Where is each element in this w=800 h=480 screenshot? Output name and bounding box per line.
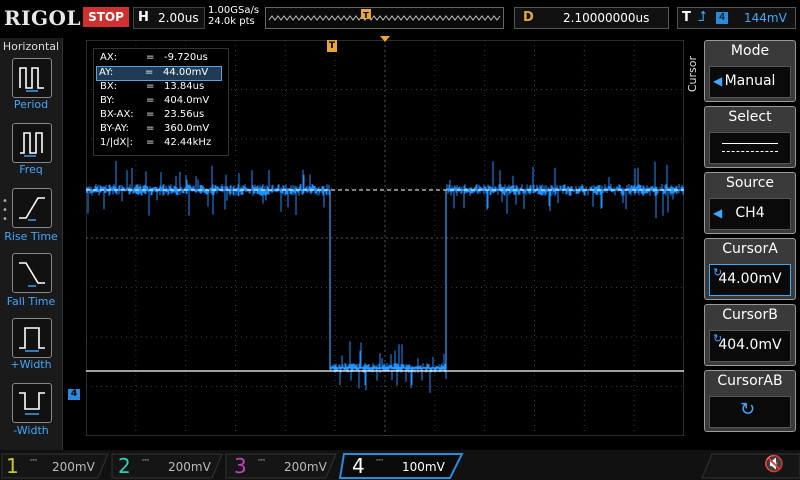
speaker-mute-icon[interactable]: 🔇 [764, 454, 784, 473]
pos-width-label: +Width [10, 358, 52, 371]
fall-time-icon [19, 262, 45, 287]
waveform-overview: T [268, 9, 501, 21]
run-stop-status[interactable]: STOP [83, 7, 129, 27]
ch4-ground-marker[interactable]: 4 [68, 389, 80, 400]
timebase-value: 2.00us [158, 11, 199, 25]
channel-scale: 200mV [52, 460, 95, 474]
pos-width-button[interactable] [12, 318, 52, 358]
period-label: Period [13, 98, 49, 111]
cursor-ab-value-box: ↻ [709, 396, 791, 428]
channel-scale: 100mV [402, 460, 445, 474]
coupling-icon: ⎓ [30, 456, 38, 466]
horizontal-key: H [138, 10, 149, 25]
channel-2-tab[interactable]: 2 ⎓ 200mV [114, 452, 220, 478]
source-value-box: ◀ CH4 [709, 198, 791, 230]
cursor-b-menu[interactable]: CursorB ↻ 404.0mV [704, 304, 796, 366]
trigger-position-marker[interactable]: T [327, 40, 337, 52]
trigger-source: 4 [716, 12, 728, 24]
source-value: CH4 [735, 205, 765, 221]
rise-time-button[interactable] [12, 188, 52, 228]
channel-bar: 1 ⎓ 200mV 2 ⎓ 200mV 3 ⎓ 200mV 4 ⎓ 100mV … [0, 450, 800, 480]
period-icon [19, 67, 44, 92]
trigger-key: T [682, 10, 691, 25]
channel-scale: 200mV [284, 460, 327, 474]
neg-width-button[interactable] [12, 383, 52, 423]
panel-title: Horizontal [2, 40, 60, 53]
rotate-knob-icon: ↻ [740, 399, 756, 420]
rising-edge-icon: ⮥ [698, 9, 707, 25]
neg-width-label: -Width [13, 424, 49, 437]
coupling-icon: ⎓ [376, 456, 384, 466]
solid-line-icon [722, 143, 778, 144]
mode-title: Mode [730, 43, 770, 59]
rise-time-label: Rise Time [4, 230, 58, 243]
freq-icon [20, 132, 43, 157]
readout-row: AX: = -9.720us [100, 52, 208, 63]
cursor-a-value: 44.00mV [718, 271, 782, 287]
readout-row: BY: = 404.0mV [100, 95, 210, 106]
readout-row: BX-AX: = 23.56us [100, 109, 205, 120]
trigger-position-key: T [363, 11, 369, 20]
channel-1-tab[interactable]: 1 ⎓ 200mV [2, 452, 108, 478]
channel-number: 4 [352, 454, 365, 478]
cursor-ab-menu[interactable]: CursorAB ↻ [704, 370, 796, 432]
channel-number: 1 [6, 454, 19, 478]
mode-value: Manual [724, 73, 776, 89]
select-menu[interactable]: Select [704, 106, 796, 168]
dashed-line-icon [722, 151, 778, 152]
sample-info: 1.00GSa/s 24.0k pts [208, 5, 259, 27]
delay-value: 2.10000000us [563, 11, 650, 25]
trigger-level: 144mV [744, 11, 787, 25]
coupling-icon: ⎓ [258, 456, 266, 466]
channel-number: 3 [234, 454, 247, 478]
mode-menu[interactable]: Mode ◀ Manual [704, 40, 796, 102]
brand-logo: RIGOL [4, 6, 82, 30]
sample-rate: 1.00GSa/s [208, 5, 260, 16]
readout-row: BY-AY: = 360.0mV [100, 123, 210, 134]
cursor-b-value: 404.0mV [718, 337, 782, 353]
freq-button[interactable] [12, 123, 52, 163]
delay-key: D [523, 10, 534, 25]
scroll-dots-icon: ••• [2, 196, 8, 225]
channel-3-tab[interactable]: 3 ⎓ 200mV [230, 452, 336, 478]
mode-value-box: ◀ Manual [709, 66, 791, 98]
source-menu[interactable]: Source ◀ CH4 [704, 172, 796, 234]
source-title: Source [725, 175, 775, 191]
cursor-a-menu[interactable]: CursorA ↻ 44.00mV [704, 238, 796, 300]
readout-row-selected: AY: = 44.00mV [96, 66, 222, 81]
trigger-position-bar[interactable]: T [265, 7, 504, 29]
cursor-ab-title: CursorAB [717, 373, 783, 389]
fall-time-label: Fall Time [6, 295, 56, 308]
memory-depth: 24.0k pts [208, 16, 255, 27]
readout-row: BX: = 13.84us [100, 81, 205, 92]
channel-number: 2 [118, 454, 131, 478]
cursor-b-value-box: ↻ 404.0mV [709, 330, 791, 362]
neg-width-icon [19, 392, 45, 415]
channel-4-tab[interactable]: 4 ⎓ 100mV [348, 452, 458, 478]
cursor-a-value-box: ↻ 44.00mV [709, 264, 791, 296]
center-marker-icon [380, 36, 390, 42]
cursor-a-title: CursorA [722, 241, 778, 257]
freq-label: Freq [19, 163, 43, 176]
period-button[interactable] [12, 58, 52, 98]
cursor-b-title: CursorB [722, 307, 778, 323]
select-title: Select [728, 109, 772, 125]
readout-row: 1/|dX|: = 42.44kHz [100, 137, 212, 148]
menu-title: Cursor [686, 56, 699, 93]
trigger-box[interactable]: T ⮥ 4 144mV [677, 7, 796, 29]
cursor-readout-panel: AX: = -9.720us AY: = 44.00mV BX: = 13.84us BY:… [93, 48, 229, 156]
fall-time-button[interactable] [12, 253, 52, 293]
select-style-box [709, 132, 791, 164]
channel-scale: 200mV [168, 460, 211, 474]
pos-width-icon [19, 327, 45, 352]
coupling-icon: ⎓ [142, 456, 150, 466]
rise-time-icon [19, 197, 45, 221]
horizontal-timebase[interactable]: H 2.00us [133, 7, 205, 29]
delay-box[interactable]: D 2.10000000us [514, 7, 669, 29]
